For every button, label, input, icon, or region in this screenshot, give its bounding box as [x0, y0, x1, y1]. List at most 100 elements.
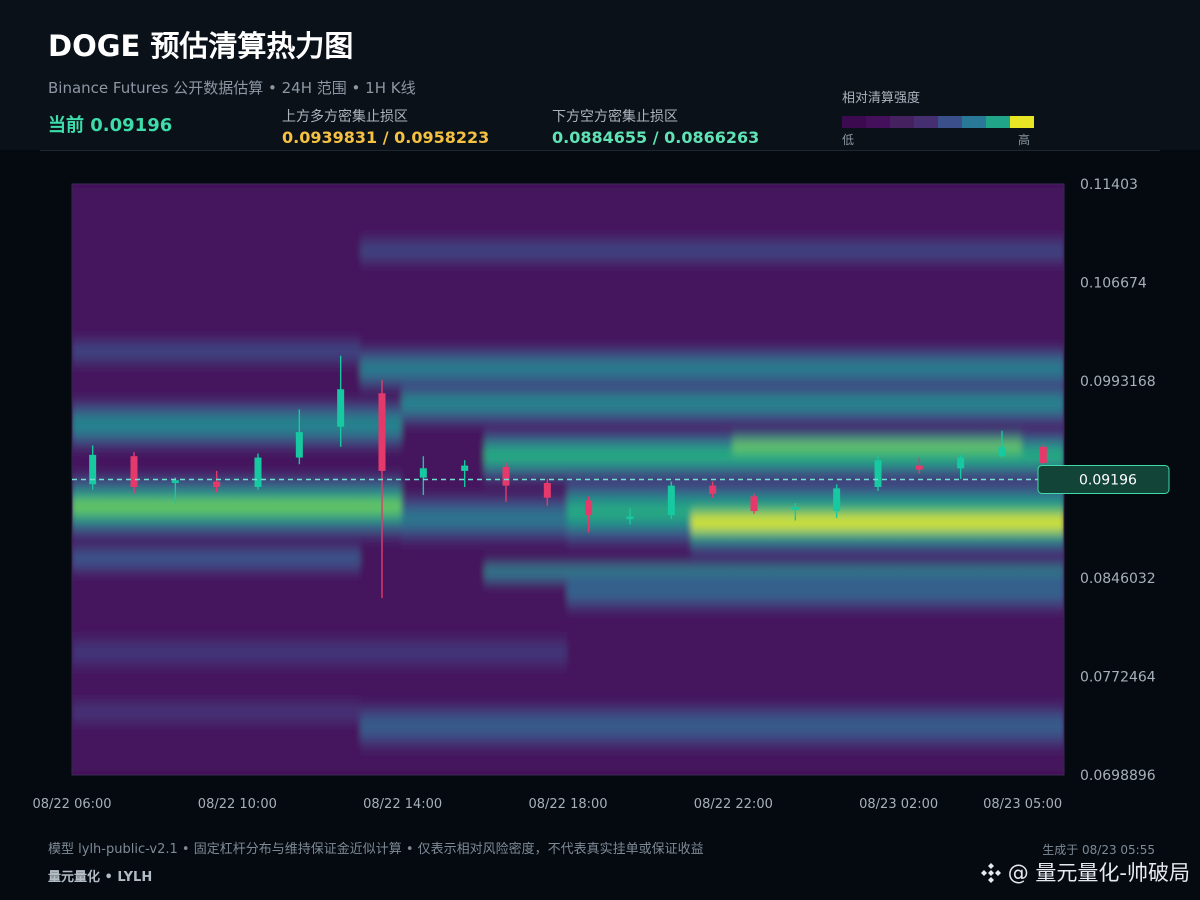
- heat-cell: [525, 198, 569, 207]
- heat-cell: [525, 634, 569, 643]
- heat-cell: [236, 656, 280, 665]
- heat-cell: [815, 309, 859, 318]
- heat-cell: [608, 338, 652, 348]
- heat-cell: [112, 634, 156, 643]
- heat-cell: [773, 464, 817, 473]
- heat-cell: [236, 730, 280, 739]
- heat-cell: [608, 346, 652, 355]
- heat-cell: [691, 235, 735, 244]
- heat-cell: [567, 184, 611, 192]
- heat-cell: [732, 242, 776, 251]
- heat-cell: [72, 693, 115, 702]
- heat-cell: [277, 309, 321, 318]
- heat-cell: [72, 545, 115, 554]
- heat-cell: [939, 220, 983, 229]
- candle-body: [130, 456, 138, 487]
- heat-cell: [980, 641, 1024, 650]
- heat-cell: [980, 523, 1024, 532]
- heat-cell: [443, 648, 487, 658]
- heat-cell: [443, 656, 487, 665]
- heat-cell: [195, 708, 239, 717]
- heat-cell: [401, 235, 445, 244]
- heat-cell: [277, 523, 321, 532]
- heat-cell: [153, 611, 197, 621]
- heat-cell: [319, 213, 363, 222]
- heat-cell: [773, 656, 817, 665]
- heat-cell: [939, 575, 983, 584]
- heat-cell: [112, 353, 156, 362]
- heat-cell: [443, 678, 487, 687]
- heat-cell: [649, 286, 693, 296]
- heat-cell: [319, 471, 363, 480]
- candle-body: [295, 432, 303, 458]
- heat-cell: [815, 272, 859, 281]
- heat-cell: [236, 412, 280, 421]
- heat-cell: [815, 257, 859, 266]
- heat-cell: [72, 382, 115, 392]
- heat-cell: [649, 184, 693, 192]
- heat-cell: [72, 560, 115, 569]
- heat-cell: [897, 279, 941, 288]
- heat-cell: [195, 198, 239, 207]
- heat-cell: [236, 604, 280, 613]
- heat-cell: [112, 294, 156, 303]
- heat-cell: [525, 442, 569, 451]
- heat-cell: [319, 464, 363, 473]
- heat-cell: [153, 656, 197, 665]
- heat-cell: [319, 323, 363, 333]
- heat-cell: [980, 294, 1024, 303]
- heat-cell: [443, 693, 487, 702]
- heat-cell: [732, 545, 776, 554]
- heat-cell: [319, 744, 363, 754]
- heat-cell: [691, 560, 735, 569]
- heat-cell: [856, 759, 900, 769]
- heat-cell: [195, 184, 239, 192]
- heat-cell: [319, 538, 363, 547]
- heat-cell: [319, 493, 363, 503]
- heat-cell: [277, 360, 321, 370]
- heat-cell: [319, 641, 363, 650]
- heat-cell: [773, 213, 817, 222]
- heat-cell: [319, 604, 363, 613]
- heat-cell: [153, 641, 197, 650]
- heat-cell: [443, 700, 487, 710]
- heat-cell: [608, 671, 652, 680]
- heat-cell: [72, 220, 115, 229]
- heat-cell: [691, 530, 735, 540]
- heat-cell: [153, 464, 197, 473]
- heat-cell: [1021, 405, 1064, 414]
- heat-cell: [195, 286, 239, 296]
- heat-cell: [773, 205, 817, 215]
- heat-cell: [691, 501, 735, 510]
- heat-cell: [649, 279, 693, 288]
- heat-cell: [939, 390, 983, 399]
- heat-cell: [980, 249, 1024, 259]
- heat-cell: [112, 663, 156, 673]
- heat-cell: [319, 227, 363, 237]
- heat-cell: [319, 715, 363, 724]
- heat-cell: [319, 656, 363, 665]
- heat-cell: [153, 530, 197, 540]
- heat-cell: [360, 309, 404, 318]
- heat-cell: [236, 611, 280, 621]
- heat-cell: [277, 552, 321, 562]
- heat-cell: [401, 205, 445, 215]
- heat-cell: [856, 198, 900, 207]
- heat-cell: [939, 767, 983, 775]
- heat-cell: [773, 486, 817, 495]
- heat-cell: [567, 611, 611, 621]
- heat-cell: [732, 316, 776, 325]
- heat-cell: [815, 405, 859, 414]
- heat-cell: [649, 730, 693, 739]
- heat-cell: [939, 279, 983, 288]
- heat-cell: [277, 257, 321, 266]
- heat-cell: [732, 538, 776, 547]
- heat-cell: [608, 309, 652, 318]
- heat-cell: [401, 656, 445, 665]
- heat-cell: [691, 449, 735, 458]
- heat-cell: [112, 611, 156, 621]
- heat-cell: [443, 309, 487, 318]
- x-tick-label: 08/22 10:00: [198, 797, 277, 812]
- heat-cell: [773, 353, 817, 362]
- heat-cell: [1021, 508, 1064, 517]
